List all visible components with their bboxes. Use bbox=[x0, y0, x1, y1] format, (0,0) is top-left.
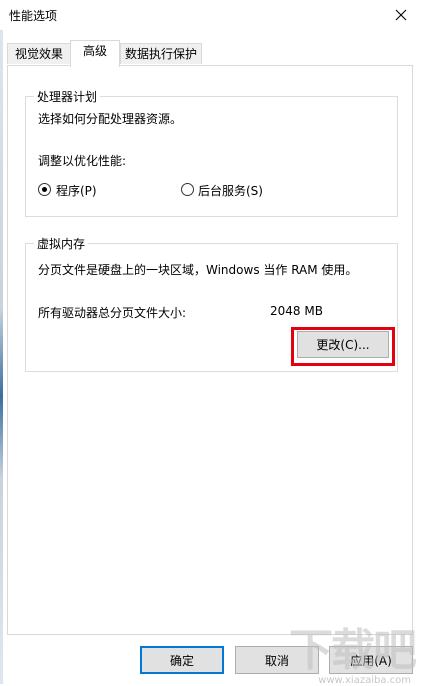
programs-radio[interactable] bbox=[38, 183, 51, 196]
window-title: 性能选项 bbox=[9, 9, 58, 23]
background-services-radio[interactable] bbox=[181, 183, 194, 196]
highlight-box bbox=[291, 327, 395, 366]
watermark-url: www.xiazaiba.com bbox=[318, 675, 411, 686]
ok-button-label: 确定 bbox=[169, 653, 194, 668]
programs-radio-label[interactable]: 程序(P) bbox=[56, 182, 97, 199]
window-left-edge bbox=[0, 0, 3, 684]
processor-description: 选择如何分配处理器资源。 bbox=[38, 112, 183, 126]
close-button[interactable] bbox=[381, 0, 421, 30]
total-paging-size-label: 所有驱动器总分页文件大小: bbox=[38, 306, 187, 320]
tab-advanced[interactable]: 高级 bbox=[70, 40, 120, 67]
processor-group-title: 处理器计划 bbox=[34, 88, 101, 105]
total-paging-size-value: 2048 MB bbox=[270, 304, 323, 318]
tab-visual-effects[interactable]: 视觉效果 bbox=[7, 43, 71, 64]
watermark-text: 下载吧 bbox=[289, 625, 417, 676]
radio-selected-dot bbox=[42, 187, 47, 192]
close-icon bbox=[395, 9, 407, 21]
tab-label: 高级 bbox=[82, 44, 107, 58]
optimize-performance-label: 调整以优化性能: bbox=[38, 154, 127, 168]
tab-label: 视觉效果 bbox=[14, 47, 63, 61]
cancel-button-label: 取消 bbox=[264, 653, 289, 668]
ok-button[interactable]: 确定 bbox=[140, 646, 224, 674]
tab-data-execution-prevention[interactable]: 数据执行保护 bbox=[120, 43, 202, 64]
site-watermark: 下载吧 www.xiazaiba.com bbox=[287, 610, 417, 686]
background-services-radio-label[interactable]: 后台服务(S) bbox=[198, 182, 263, 199]
tab-label: 数据执行保护 bbox=[124, 47, 197, 61]
virtual-memory-group-title: 虚拟内存 bbox=[34, 235, 89, 252]
title-bar[interactable]: 性能选项 bbox=[0, 0, 421, 30]
virtual-memory-description: 分页文件是硬盘上的一块区域，Windows 当作 RAM 使用。 bbox=[38, 263, 358, 277]
